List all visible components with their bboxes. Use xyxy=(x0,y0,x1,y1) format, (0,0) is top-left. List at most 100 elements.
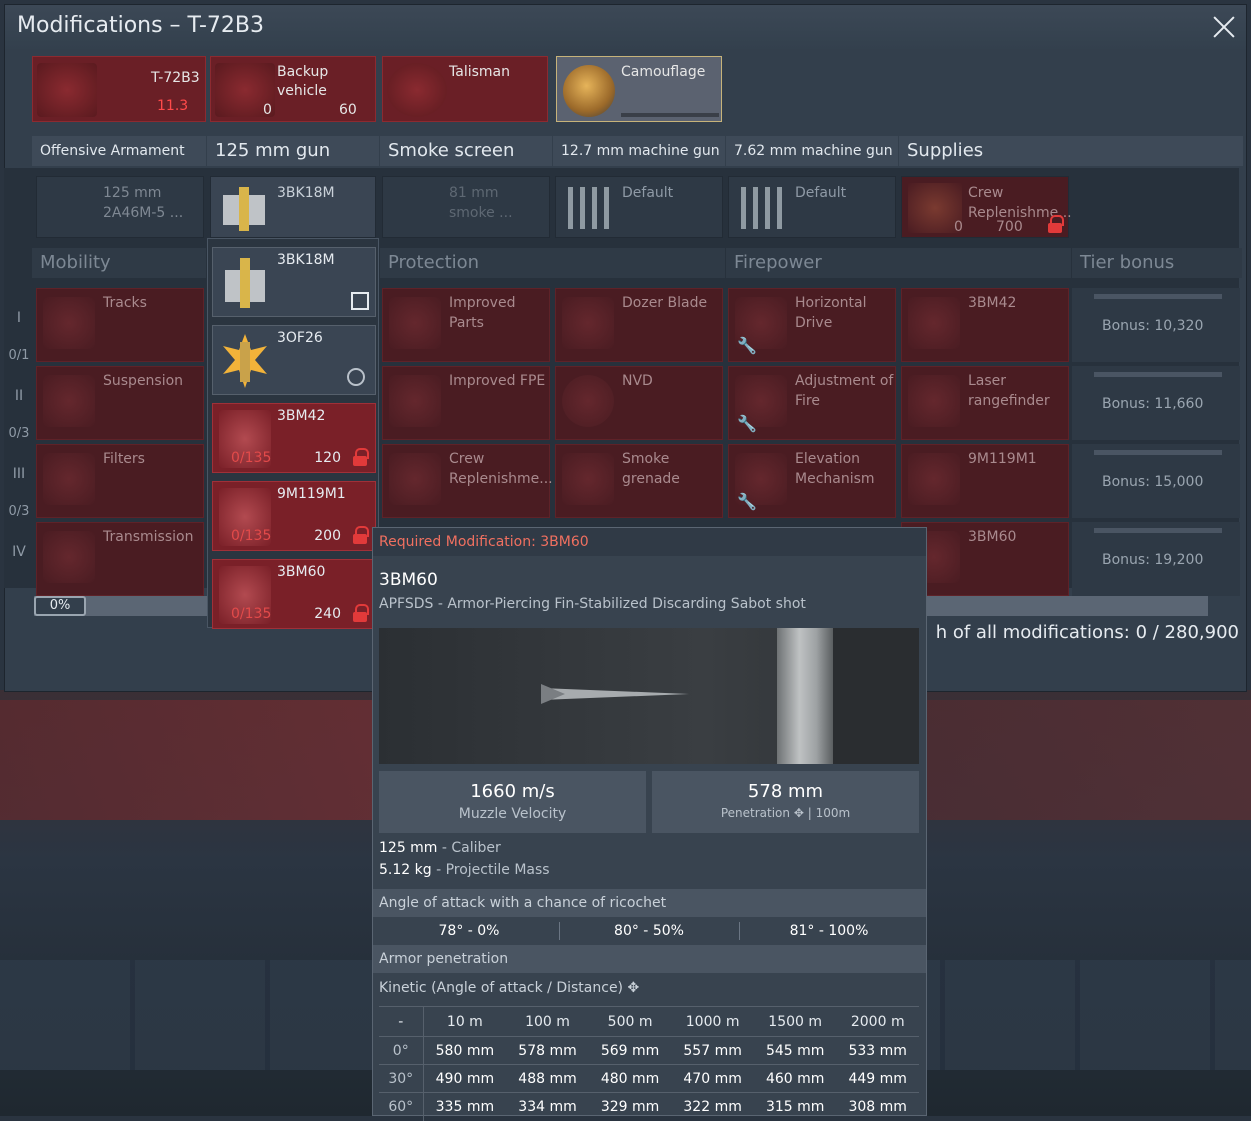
ammo-belt-icon xyxy=(741,187,782,229)
mod-elevation-mechanism[interactable]: 🔧 Elevation Mechanism xyxy=(728,444,896,518)
table-cell: 329 mm xyxy=(588,1092,672,1121)
lock-icon xyxy=(353,526,369,544)
mod-crew-replenishment[interactable]: Crew Replenishme... xyxy=(382,444,553,518)
mod-label: Improved Parts xyxy=(449,295,516,331)
mod-adjustment-of-fire[interactable]: 🔧 Adjustment of Fire xyxy=(728,366,896,440)
parts-icon xyxy=(389,297,441,349)
crew-count: 0 xyxy=(954,219,963,235)
tier-4: IV xyxy=(12,544,26,560)
item-name: 9M119M1 xyxy=(277,486,346,502)
missile-icon xyxy=(908,453,960,505)
dropdown-item-9m119m1[interactable]: 9M119M1 0/135 200 xyxy=(212,481,376,551)
item-price: 120 xyxy=(314,450,341,466)
lock-icon xyxy=(1048,215,1064,233)
close-icon[interactable] xyxy=(1208,11,1240,43)
mod-9m119m1[interactable]: 9M119M1 xyxy=(901,444,1069,518)
item-name: 3OF26 xyxy=(277,330,323,346)
tier-bonus-3: Bonus: 15,000 xyxy=(1072,444,1240,518)
backup-count: 0 xyxy=(263,102,272,118)
table-cell: 490 mm xyxy=(423,1064,507,1093)
table-cell: 460 mm xyxy=(753,1064,837,1093)
mg127-slot[interactable]: Default xyxy=(555,176,723,238)
mod-3bm42[interactable]: 3BM42 xyxy=(901,288,1069,362)
smoke-slot[interactable]: 81 mm smoke ... xyxy=(382,176,550,238)
wrench-icon: 🔧 xyxy=(737,492,757,511)
gun-icon xyxy=(43,183,97,233)
mod-improved-fpe[interactable]: Improved FPE xyxy=(382,366,550,440)
table-cell: 545 mm xyxy=(753,1036,837,1065)
mod-label: Crew Replenishme... xyxy=(449,451,553,487)
mg762-slot[interactable]: Default xyxy=(728,176,896,238)
armor-penetration-header: Armor penetration xyxy=(373,945,926,973)
mod-nvd[interactable]: NVD xyxy=(555,366,723,440)
table-cell: 30° xyxy=(379,1064,424,1093)
bonus-bar xyxy=(1094,294,1222,299)
tracks-icon xyxy=(43,297,95,349)
tab-offensive: Offensive Armament xyxy=(32,136,206,166)
tier-1-count: 0/1 xyxy=(8,348,30,363)
dropdown-item-3bk18m[interactable]: 3BK18M xyxy=(212,247,376,317)
vehicle-card[interactable]: T-72B3 11.3 xyxy=(32,56,206,122)
mod-horizontal-drive[interactable]: 🔧 Horizontal Drive xyxy=(728,288,896,362)
table-cell: 569 mm xyxy=(588,1036,672,1065)
mod-tracks[interactable]: Tracks xyxy=(36,288,204,362)
crew-price: 700 xyxy=(996,219,1023,235)
modifications-worth: h of all modifications: 0 / 280,900 xyxy=(936,622,1239,643)
mod-label: 3BM42 xyxy=(968,295,1017,311)
table-cell: - xyxy=(379,1006,424,1037)
section-firepower: Firepower xyxy=(726,248,1071,278)
title-bar: Modifications – T-72B3 xyxy=(5,5,1246,49)
lock-icon xyxy=(353,604,369,622)
mod-improved-parts[interactable]: Improved Parts xyxy=(382,288,550,362)
check-icon[interactable] xyxy=(351,292,369,310)
mod-filters[interactable]: Filters xyxy=(36,444,204,518)
crew-replenishment-slot[interactable]: Crew Replenishme... 0 700 xyxy=(901,176,1072,238)
table-cell: 470 mm xyxy=(671,1064,754,1093)
table-cell: 100 m xyxy=(506,1006,589,1037)
crew-icon xyxy=(389,453,441,505)
caliber-value: 125 mm xyxy=(379,840,438,856)
tank-icon xyxy=(37,63,97,117)
kinetic-label: Kinetic (Angle of attack / Distance) xyxy=(379,980,624,996)
mod-label: Laser rangefinder xyxy=(968,373,1050,409)
lock-icon xyxy=(353,448,369,466)
mod-smoke-grenade[interactable]: Smoke grenade xyxy=(555,444,723,518)
dropdown-item-3bm42[interactable]: 3BM42 0/135 120 xyxy=(212,403,376,473)
mass-line: 5.12 kg - Projectile Mass xyxy=(379,862,550,878)
table-cell: 0° xyxy=(379,1036,424,1065)
dropdown-item-3bm60[interactable]: 3BM60 0/135 240 xyxy=(212,559,376,629)
armor-plate xyxy=(777,628,833,764)
wrench-icon: 🔧 xyxy=(737,336,757,355)
camouflage-card[interactable]: Camouflage xyxy=(556,56,722,122)
shell-slot[interactable]: 3BK18M xyxy=(210,176,376,238)
table-cell: 480 mm xyxy=(588,1064,672,1093)
gun-slot[interactable]: 125 mm 2A46M-5 ... xyxy=(36,176,204,238)
backup-vehicle-card[interactable]: Backup vehicle 0 60 xyxy=(210,56,376,122)
item-count: 0/135 xyxy=(231,528,272,544)
suspension-icon xyxy=(43,375,95,427)
tier-2-count: 0/3 xyxy=(8,426,30,441)
radio-icon[interactable] xyxy=(347,368,365,386)
bonus-bar xyxy=(1094,450,1222,455)
mod-dozer-blade[interactable]: Dozer Blade xyxy=(555,288,723,362)
talisman-card[interactable]: Talisman xyxy=(382,56,548,122)
fpe-icon xyxy=(389,375,441,427)
mod-label: Tracks xyxy=(103,295,147,311)
kinetic-line: Kinetic (Angle of attack / Distance) ✥ xyxy=(379,980,639,996)
mod-label: 3BM60 xyxy=(968,529,1017,545)
worth-total: / 280,900 xyxy=(1152,622,1239,643)
penetration-value: 578 mm xyxy=(747,781,824,802)
dropdown-item-3of26[interactable]: 3OF26 xyxy=(212,325,376,395)
penetration-table: - 10 m 100 m 500 m 1000 m 1500 m 2000 m … xyxy=(379,1006,919,1121)
ricochet-2: 81° - 100% xyxy=(789,923,869,939)
bonus-text: Bonus: 11,660 xyxy=(1102,396,1204,412)
mod-laser-rangefinder[interactable]: Laser rangefinder xyxy=(901,366,1069,440)
mod-label: Suspension xyxy=(103,373,184,389)
mod-suspension[interactable]: Suspension xyxy=(36,366,204,440)
shell-name: 3BM60 xyxy=(379,570,438,590)
tab-mg762: 7.62 mm machine gun xyxy=(726,136,898,166)
mg762-slot-label: Default xyxy=(795,185,847,201)
mod-transmission[interactable]: Transmission xyxy=(36,522,204,596)
item-name: 3BM60 xyxy=(277,564,326,580)
table-cell: 557 mm xyxy=(671,1036,754,1065)
